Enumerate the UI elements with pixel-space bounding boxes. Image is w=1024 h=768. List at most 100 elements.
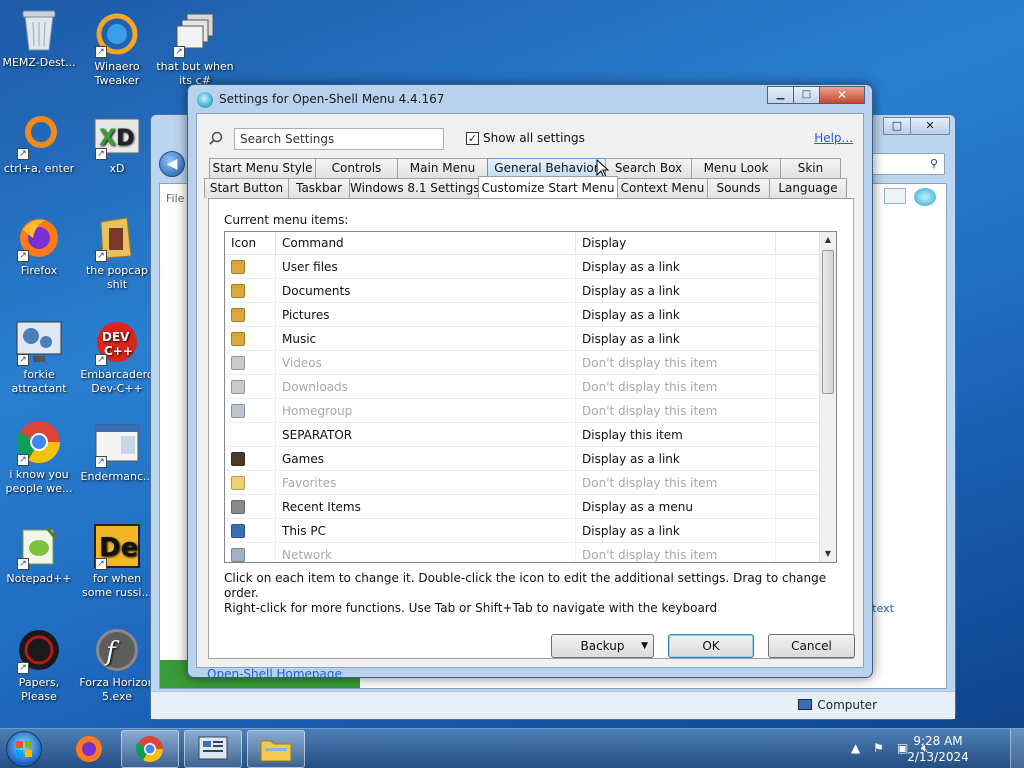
list-item-display[interactable]: Don't display this item [576,471,776,494]
desktop-icon-ctrl-a[interactable]: ↗ ctrl+a, enter [0,112,78,176]
list-item-display[interactable]: Don't display this item [576,375,776,398]
desktop-icon-popcap[interactable]: ↗ the popcap shit [78,214,156,292]
bg-file-menu[interactable]: File [166,192,184,205]
desktop-icon-winaero[interactable]: ↗ Winaero Tweaker [78,10,156,88]
bg-back-button[interactable]: ◀ [159,151,185,177]
list-item[interactable]: User files Display as a link [225,255,836,279]
tab-start-button[interactable]: Start Button [204,178,289,198]
list-item[interactable]: Recent Items Display as a menu [225,495,836,519]
list-item-command[interactable]: Pictures [276,303,576,326]
tab-skin[interactable]: Skin [780,158,841,178]
list-item-display[interactable]: Display this item [576,423,776,446]
list-item[interactable]: Pictures Display as a link [225,303,836,327]
close-button[interactable]: ✕ [819,86,865,104]
list-item-icon-cell[interactable] [225,399,276,422]
list-item-command[interactable]: Downloads [276,375,576,398]
desktop-icon-endermanch[interactable]: ↗ Endermanc... [78,420,156,484]
list-item-icon-cell[interactable] [225,495,276,518]
show-desktop-button[interactable] [1010,729,1024,768]
list-item-icon-cell[interactable] [225,447,276,470]
start-button[interactable] [6,731,42,767]
list-item-icon-cell[interactable] [225,519,276,542]
desktop-icon-forkie[interactable]: ↗ forkie attractant [0,318,78,396]
search-settings-input[interactable] [234,128,444,150]
list-item-display[interactable]: Don't display this item [576,351,776,374]
list-item[interactable]: SEPARATOR Display this item [225,423,836,447]
list-item-command[interactable]: Homegroup [276,399,576,422]
maximize-button[interactable]: □ [793,86,820,104]
desktop-icon-notepadpp[interactable]: ↗ Notepad++ [0,522,78,586]
show-all-settings-checkbox[interactable]: ✓ Show all settings [466,131,585,145]
list-item-display[interactable]: Display as a link [576,447,776,470]
list-item-command[interactable]: Recent Items [276,495,576,518]
list-scrollbar[interactable]: ▲ ▼ [819,232,836,562]
desktop-icon-memz[interactable]: MEMZ-Dest... [0,6,78,70]
minimize-button[interactable]: ▁ [767,86,794,104]
backup-button[interactable]: Backup ▼ [551,634,654,658]
view-icon[interactable] [884,188,906,204]
list-item-icon-cell[interactable] [225,351,276,374]
desktop-icon-firefox[interactable]: ↗ Firefox [0,214,78,278]
tab-start-menu-style[interactable]: Start Menu Style [209,158,316,178]
scroll-up-arrow-icon[interactable]: ▲ [820,232,836,248]
cancel-button[interactable]: Cancel [768,634,855,658]
list-item-command[interactable]: Documents [276,279,576,302]
desktop-icon-chrome[interactable]: ↗ i know you people we... [0,418,78,496]
desktop-icon-devcpp[interactable]: DEV C++ ↗ Embarcadero Dev-C++ [78,318,156,396]
tab-language[interactable]: Language [769,178,847,198]
tab-menu-look[interactable]: Menu Look [691,158,781,178]
list-item-command[interactable]: SEPARATOR [276,423,576,446]
tab-general-behavior[interactable]: General Behavior [487,158,606,178]
action-center-flag-icon[interactable]: ⚑ [873,741,884,755]
taskbar-firefox[interactable] [60,730,118,768]
list-item[interactable]: Games Display as a link [225,447,836,471]
list-item-command[interactable]: Music [276,327,576,350]
list-item-display[interactable]: Don't display this item [576,399,776,422]
list-item-command[interactable]: This PC [276,519,576,542]
tab-sounds[interactable]: Sounds [707,178,770,198]
tab-search-box[interactable]: Search Box [605,158,692,178]
tab-taskbar[interactable]: Taskbar [288,178,350,198]
list-item-icon-cell[interactable] [225,471,276,494]
list-item-display[interactable]: Don't display this item [576,543,776,562]
ok-button[interactable]: OK [668,634,754,658]
bg-maximize-button[interactable]: □ [883,117,911,135]
tab-customize-start-menu[interactable]: Customize Start Menu [478,176,618,198]
menu-items-list[interactable]: Icon Command Display User files Display a… [224,231,837,563]
list-item-display[interactable]: Display as a link [576,303,776,326]
show-hidden-icons-icon[interactable]: ▲ [851,741,860,755]
list-item[interactable]: Network Don't display this item [225,543,836,562]
list-item[interactable]: Music Display as a link [225,327,836,351]
list-item-display[interactable]: Display as a menu [576,495,776,518]
list-item-icon-cell[interactable] [225,279,276,302]
taskbar-control-panel[interactable] [184,730,242,768]
system-clock[interactable]: 9:28 AM 2/13/2024 [906,733,970,765]
list-item[interactable]: Favorites Don't display this item [225,471,836,495]
tab-context-menu[interactable]: Context Menu [617,178,708,198]
list-item[interactable]: Videos Don't display this item [225,351,836,375]
list-item-icon-cell[interactable] [225,423,276,446]
list-item-command[interactable]: Network [276,543,576,562]
scroll-thumb[interactable] [822,250,834,394]
list-item[interactable]: This PC Display as a link [225,519,836,543]
column-header-command[interactable]: Command [276,232,576,254]
column-header-icon[interactable]: Icon [225,232,276,254]
list-item-icon-cell[interactable] [225,543,276,562]
list-item-command[interactable]: Games [276,447,576,470]
shell-icon[interactable] [914,188,936,206]
list-item-command[interactable]: Videos [276,351,576,374]
scroll-down-arrow-icon[interactable]: ▼ [820,546,836,562]
list-item-icon-cell[interactable] [225,375,276,398]
tab-main-menu[interactable]: Main Menu [397,158,488,178]
help-link[interactable]: Help... [814,131,853,145]
taskbar-chrome[interactable] [121,730,179,768]
list-item-icon-cell[interactable] [225,303,276,326]
tab-controls[interactable]: Controls [315,158,398,178]
list-item-display[interactable]: Display as a link [576,327,776,350]
list-item[interactable]: Homegroup Don't display this item [225,399,836,423]
column-header-display[interactable]: Display [576,232,776,254]
list-item[interactable]: Downloads Don't display this item [225,375,836,399]
desktop-icon-papers-please[interactable]: ↗ Papers, Please [0,626,78,704]
list-item-command[interactable]: Favorites [276,471,576,494]
taskbar-file-explorer[interactable] [247,730,305,768]
